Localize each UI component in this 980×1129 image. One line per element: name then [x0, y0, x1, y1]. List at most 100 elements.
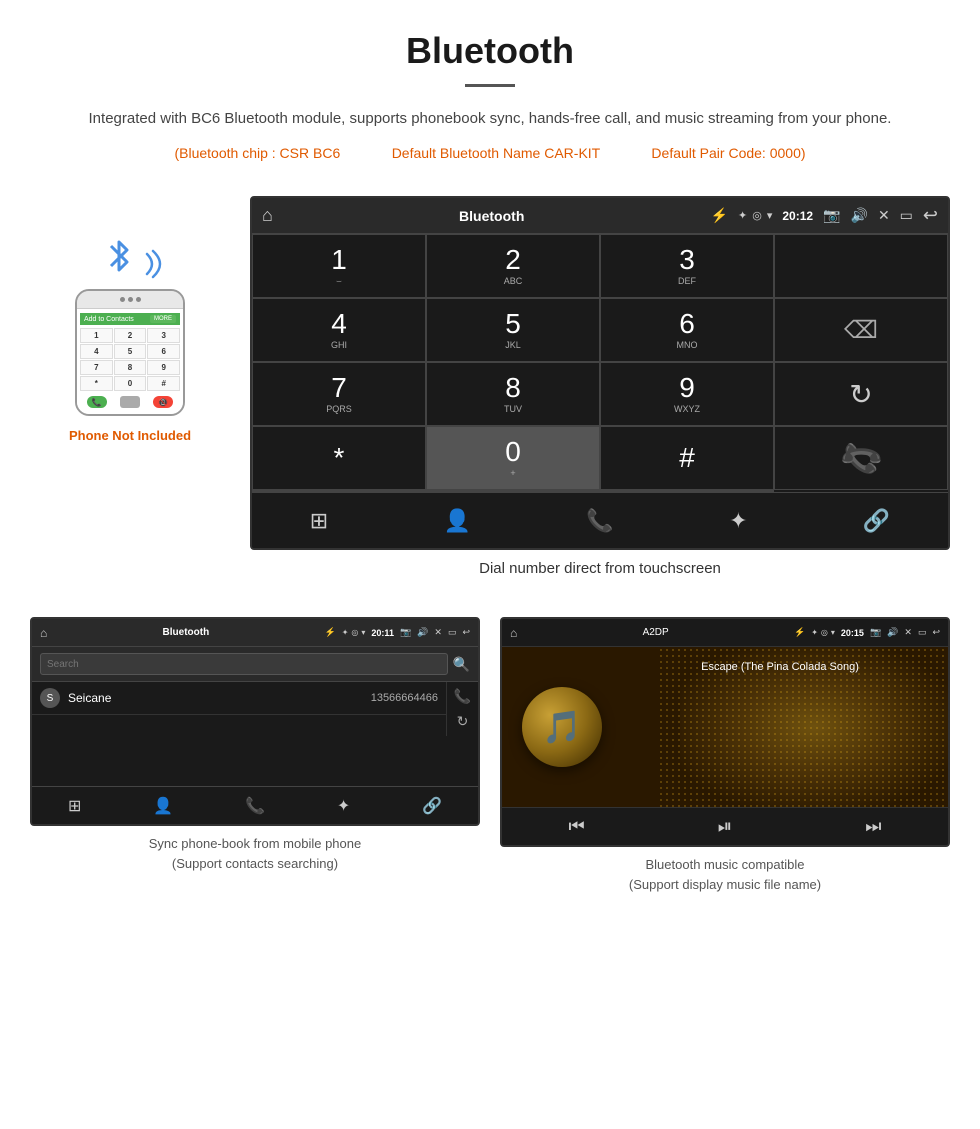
dialer-key-5[interactable]: 5 JKL [426, 298, 600, 362]
screen-nav-bar: ⊞ 👤 📞 ✦ 🔗 [252, 492, 948, 548]
a2dp-prev-icon[interactable]: ⏮ [569, 816, 585, 837]
phone-key-7[interactable]: 7 [80, 360, 113, 375]
dialer-key-9[interactable]: 9 WXYZ [600, 362, 774, 426]
a2dp-sig-icon: ▾ [831, 628, 835, 637]
phone-key-hash[interactable]: # [147, 376, 180, 391]
bluetooth-status-icon: ✦ [738, 209, 747, 222]
a2dp-song-title: Escape (The Pina Colada Song) [612, 661, 948, 673]
backspace-icon: ⌫ [844, 316, 878, 345]
dialer-backspace-button[interactable]: ⌫ [774, 298, 948, 362]
dialer-end-button[interactable]: 📞 [774, 426, 948, 490]
dialer-key-star[interactable]: * [252, 426, 426, 490]
music-caption: Bluetooth music compatible (Support disp… [500, 855, 950, 894]
pb-sig-icon: ▾ [361, 628, 365, 637]
spec-chip: (Bluetooth chip : CSR BC6 [174, 145, 340, 161]
window-icon[interactable]: ▭ [900, 207, 913, 224]
phone-menu-btn[interactable] [120, 396, 140, 408]
location-icon: ◎ [752, 209, 762, 222]
phone-key-3[interactable]: 3 [147, 328, 180, 343]
a2dp-home-icon[interactable]: ⌂ [510, 626, 517, 640]
dialer-key-8[interactable]: 8 TUV [426, 362, 600, 426]
pb-back-icon[interactable]: ↩ [462, 627, 470, 638]
pb-nav-link-icon[interactable]: 🔗 [422, 796, 442, 816]
page-description: Integrated with BC6 Bluetooth module, su… [80, 107, 900, 131]
dialer-caption: Dial number direct from touchscreen [250, 550, 950, 597]
phone-key-5[interactable]: 5 [114, 344, 147, 359]
pb-close-icon[interactable]: ✕ [434, 627, 442, 638]
pb-usb-icon: ⚡ [325, 627, 336, 638]
pb-nav-grid-icon[interactable]: ⊞ [68, 796, 81, 816]
dialer-key-2[interactable]: 2 ABC [426, 234, 600, 298]
phone-key-1[interactable]: 1 [80, 328, 113, 343]
pb-nav-phone-icon[interactable]: 📞 [245, 796, 265, 816]
a2dp-status: ✦ ◎ ▾ [811, 628, 835, 637]
main-content: Add to Contacts MORE 1 2 3 4 5 6 7 8 9 * [0, 186, 980, 617]
status-icons: ✦ ◎ ▾ [738, 209, 772, 222]
pb-bt-icon: ✦ [342, 628, 349, 637]
dialer-key-6[interactable]: 6 MNO [600, 298, 774, 362]
phone-key-8[interactable]: 8 [114, 360, 147, 375]
a2dp-time: 20:15 [841, 628, 864, 638]
phone-key-6[interactable]: 6 [147, 344, 180, 359]
spec-sep1 [360, 145, 372, 161]
phone-body: Add to Contacts MORE 1 2 3 4 5 6 7 8 9 * [75, 289, 185, 416]
pb-main-area: S Seicane 13566664466 📞 ↻ [32, 682, 478, 736]
a2dp-win-icon[interactable]: ▭ [918, 627, 927, 638]
pb-search-input[interactable] [40, 653, 448, 675]
pb-cam-icon: 📷 [400, 627, 411, 638]
phone-key-0[interactable]: 0 [114, 376, 147, 391]
music-screen: ⌂ A2DP ⚡ ✦ ◎ ▾ 20:15 📷 🔊 ✕ ▭ ↩ [500, 617, 950, 847]
dialer-key-0[interactable]: 0 + [426, 426, 600, 490]
nav-phone-icon[interactable]: 📞 [586, 508, 613, 534]
phone-key-star[interactable]: * [80, 376, 113, 391]
pb-home-icon[interactable]: ⌂ [40, 626, 47, 640]
phone-call-button[interactable]: 📞 [87, 396, 107, 408]
pb-right-phone-icon[interactable]: 📞 [453, 688, 472, 705]
dialer-key-hash[interactable]: # [600, 426, 774, 490]
back-icon[interactable]: ↩ [923, 205, 938, 226]
a2dp-next-icon[interactable]: ⏭ [865, 816, 881, 837]
a2dp-title: A2DP [523, 627, 788, 638]
a2dp-close-icon[interactable]: ✕ [904, 627, 912, 638]
bluetooth-icon [105, 236, 133, 276]
phone-key-9[interactable]: 9 [147, 360, 180, 375]
screen-time: 20:12 [782, 209, 813, 223]
home-icon[interactable]: ⌂ [262, 205, 273, 226]
phone-screen: Add to Contacts MORE 1 2 3 4 5 6 7 8 9 * [77, 309, 183, 414]
dialer-key-7[interactable]: 7 PQRS [252, 362, 426, 426]
a2dp-back-icon[interactable]: ↩ [932, 627, 940, 638]
empty-ext-3 [600, 490, 774, 492]
pb-right-refresh-icon[interactable]: ↻ [453, 713, 472, 730]
pb-nav-user-icon[interactable]: 👤 [153, 796, 173, 816]
a2dp-content: 🎵 Escape (The Pina Colada Song) [502, 647, 948, 807]
nav-grid-icon[interactable]: ⊞ [310, 508, 328, 534]
call-red-icon: 📞 [837, 434, 885, 482]
dialer-refresh-button[interactable]: ↻ [774, 362, 948, 426]
screen-title: Bluetooth [283, 208, 701, 224]
dialer-key-1[interactable]: 1 ⌣ [252, 234, 426, 298]
a2dp-cam-icon: 📷 [870, 627, 881, 638]
phone-key-4[interactable]: 4 [80, 344, 113, 359]
pb-spacer [32, 736, 478, 786]
pb-loc-icon: ◎ [351, 628, 358, 637]
close-icon[interactable]: ✕ [878, 207, 890, 224]
page-header: Bluetooth Integrated with BC6 Bluetooth … [0, 0, 980, 186]
phone-end-button[interactable]: 📵 [153, 396, 173, 408]
a2dp-play-pause-icon[interactable]: ⏯ [718, 816, 732, 837]
nav-contact-icon[interactable]: 👤 [444, 508, 471, 534]
pb-contact-name: Seicane [68, 691, 371, 705]
nav-link-icon[interactable]: 🔗 [863, 508, 890, 534]
nav-bluetooth-icon[interactable]: ✦ [729, 508, 747, 534]
refresh-icon: ↻ [849, 378, 872, 411]
phone-key-2[interactable]: 2 [114, 328, 147, 343]
dialer-key-3[interactable]: 3 DEF [600, 234, 774, 298]
pb-win-icon[interactable]: ▭ [448, 627, 457, 638]
dialer-section: ⌂ Bluetooth ⚡ ✦ ◎ ▾ 20:12 📷 🔊 ✕ ▭ ↩ [250, 196, 950, 597]
phone-bottom-row: 📞 📵 [80, 394, 180, 410]
pb-status: ✦ ◎ ▾ [342, 628, 366, 637]
empty-ext-1 [252, 490, 426, 492]
pb-contact-row[interactable]: S Seicane 13566664466 [32, 682, 446, 715]
dialer-key-4[interactable]: 4 GHI [252, 298, 426, 362]
pb-nav-bt-icon[interactable]: ✦ [337, 796, 350, 816]
pb-search-icon[interactable]: 🔍 [453, 656, 470, 673]
